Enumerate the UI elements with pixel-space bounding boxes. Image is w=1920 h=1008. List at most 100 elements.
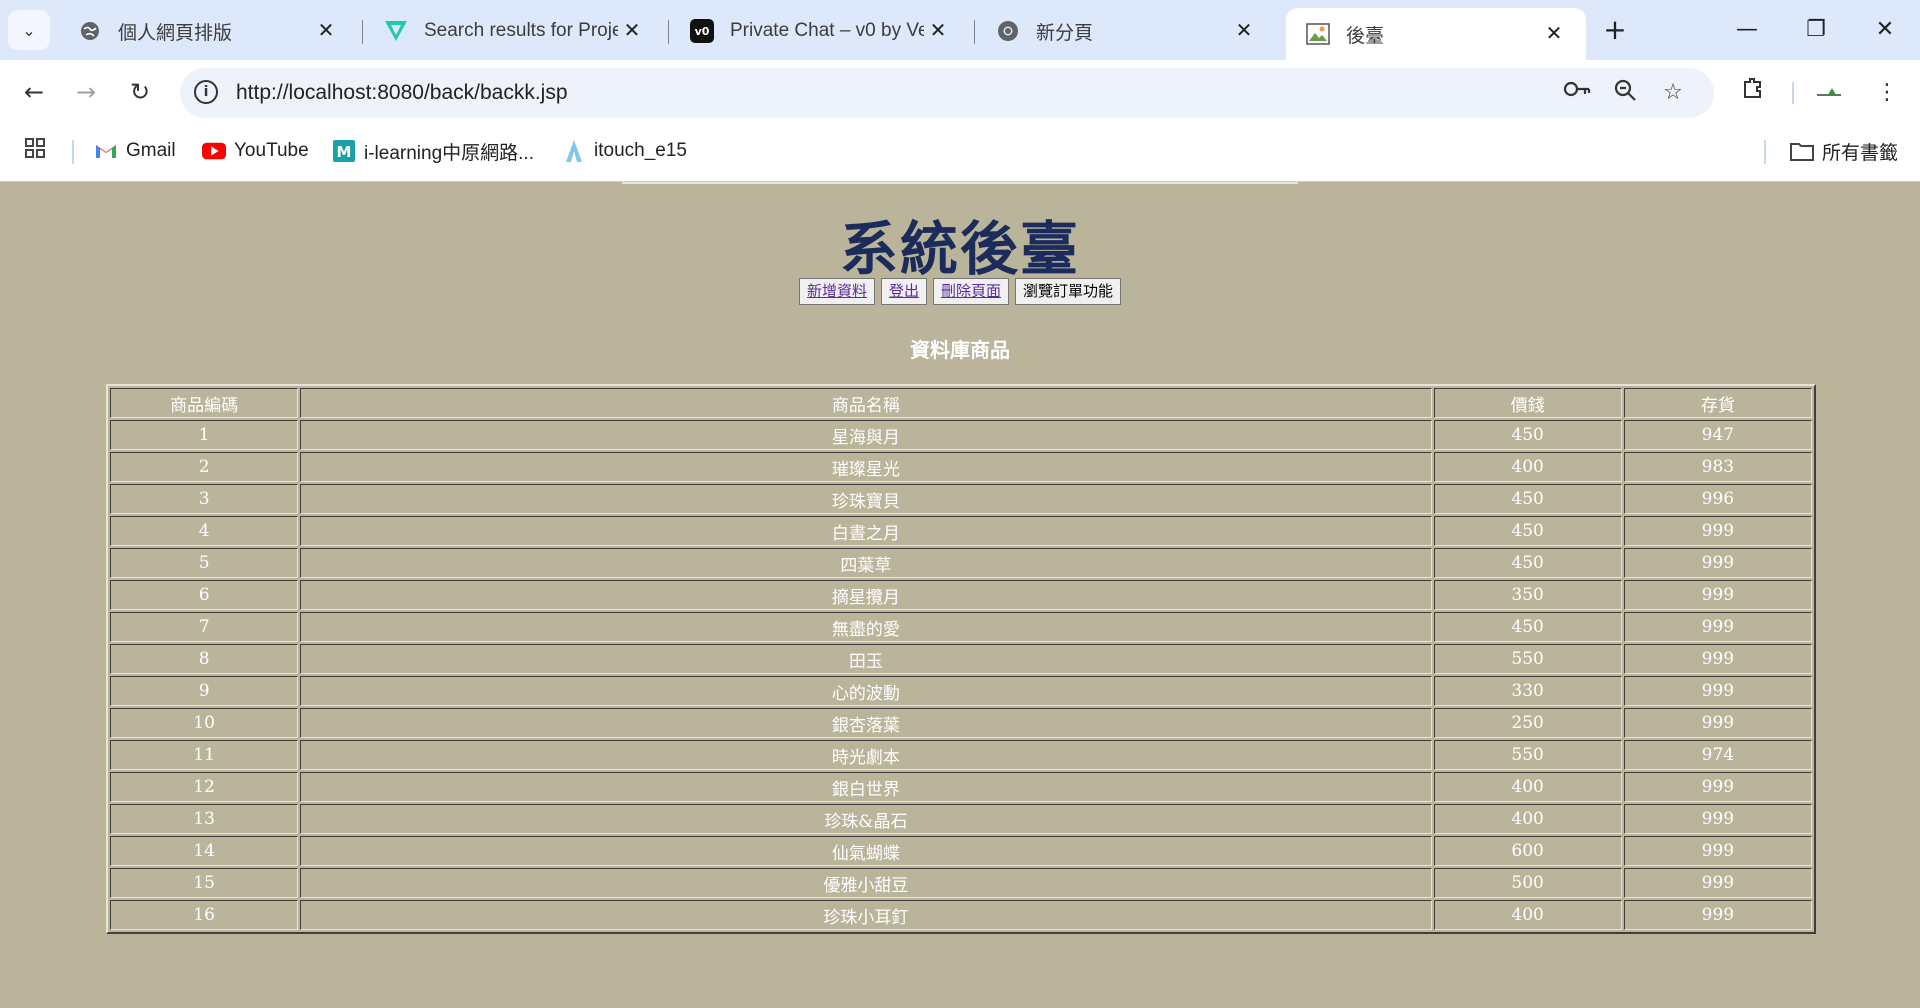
table-header-row: 商品編碼 商品名稱 價錢 存貨	[110, 388, 1812, 418]
price-cell: 400	[1433, 804, 1622, 834]
product-name-cell: 星海與月	[300, 420, 1432, 450]
product-name-cell: 銀白世界	[300, 772, 1432, 802]
tab-separator	[974, 20, 975, 44]
all-bookmarks-button[interactable]: 所有書籤	[1790, 126, 1898, 176]
broken-image-icon	[1306, 22, 1330, 46]
menu-kebab-icon[interactable]: ⋮	[1870, 76, 1904, 110]
bookmark-gmail[interactable]: Gmail	[94, 126, 176, 176]
globe-icon	[78, 19, 102, 43]
column-header: 商品名稱	[300, 388, 1432, 418]
product-id-cell: 5	[110, 548, 299, 578]
stock-cell: 983	[1623, 452, 1812, 482]
table-row: 13 珍珠&晶石 400 999	[110, 804, 1812, 834]
toolbar-separator	[1792, 82, 1794, 104]
price-cell: 400	[1433, 772, 1622, 802]
svg-text:v0: v0	[695, 25, 710, 38]
reload-button[interactable]: ↻	[120, 72, 160, 112]
tab-title: 新分頁	[1036, 22, 1094, 44]
address-bar[interactable]: i http://localhost:8080/back/backk.jsp ☆	[180, 68, 1714, 118]
extensions-icon[interactable]	[1736, 76, 1770, 110]
youtube-icon	[202, 139, 226, 163]
product-name-cell: 摘星攬月	[300, 580, 1432, 610]
folder-icon	[1790, 139, 1814, 163]
bookmark-ilearning[interactable]: M i-learning中原網路...	[332, 126, 534, 176]
bookmark-label: YouTube	[234, 140, 309, 161]
close-icon[interactable]: ✕	[924, 17, 952, 45]
page-content: 系統後臺 新增資料 登出 刪除頁面 瀏覽訂單功能 資料庫商品 商品編碼 商品名稱…	[0, 182, 1920, 1008]
product-name-cell: 田玉	[300, 644, 1432, 674]
chrome-icon	[996, 19, 1020, 43]
stock-cell: 974	[1623, 740, 1812, 770]
stock-cell: 999	[1623, 612, 1812, 642]
close-icon: ✕	[1875, 17, 1895, 42]
toolbar: ← → ↻ i http://localhost:8080/back/backk…	[0, 60, 1920, 126]
table-row: 11 時光劇本 550 974	[110, 740, 1812, 770]
close-window-button[interactable]: ✕	[1855, 8, 1915, 52]
tab-2[interactable]: Search results for Projec ✕	[364, 8, 664, 54]
delete-page-button[interactable]: 刪除頁面	[933, 278, 1010, 305]
product-id-cell: 3	[110, 484, 299, 514]
v0-logo-icon: v0	[690, 19, 714, 43]
restore-icon: ❐	[1806, 17, 1826, 42]
arrow-left-icon: ←	[23, 78, 45, 106]
tab-3[interactable]: v0 Private Chat – v0 by Ver ✕	[670, 8, 970, 54]
bookmark-star-icon[interactable]: ☆	[1658, 78, 1688, 108]
url-text[interactable]: http://localhost:8080/back/backk.jsp	[236, 68, 568, 118]
product-name-cell: 四葉草	[300, 548, 1432, 578]
price-cell: 550	[1433, 740, 1622, 770]
chevron-down-icon: ⌄	[22, 20, 36, 40]
product-name-cell: 時光劇本	[300, 740, 1432, 770]
product-id-cell: 15	[110, 868, 299, 898]
close-icon[interactable]: ✕	[618, 17, 646, 45]
apps-button[interactable]	[24, 126, 46, 176]
v-logo-icon	[384, 19, 408, 43]
table-row: 10 銀杏落葉 250 999	[110, 708, 1812, 738]
browse-orders-button[interactable]: 瀏覽訂單功能	[1015, 278, 1122, 305]
product-name-cell: 無盡的愛	[300, 612, 1432, 642]
stock-cell: 999	[1623, 836, 1812, 866]
restore-button[interactable]: ❐	[1786, 8, 1846, 52]
product-id-cell: 7	[110, 612, 299, 642]
stock-cell: 999	[1623, 900, 1812, 930]
close-icon[interactable]: ✕	[312, 17, 340, 45]
close-icon[interactable]: ✕	[1540, 20, 1568, 48]
logout-button[interactable]: 登出	[880, 278, 927, 305]
price-cell: 500	[1433, 868, 1622, 898]
zoom-icon[interactable]	[1610, 78, 1640, 108]
new-tab-button[interactable]: +	[1597, 12, 1633, 48]
price-cell: 250	[1433, 708, 1622, 738]
price-cell: 450	[1433, 548, 1622, 578]
tab-title: 後臺	[1346, 25, 1385, 47]
stock-cell: 947	[1623, 420, 1812, 450]
product-name-cell: 心的波動	[300, 676, 1432, 706]
site-info-icon[interactable]: i	[194, 80, 218, 104]
tab-1[interactable]: 個人網頁排版 ✕	[58, 8, 358, 54]
product-id-cell: 6	[110, 580, 299, 610]
add-data-button[interactable]: 新增資料	[798, 278, 875, 305]
table-row: 12 銀白世界 400 999	[110, 772, 1812, 802]
bookmark-youtube[interactable]: YouTube	[202, 126, 309, 176]
stock-cell: 999	[1623, 580, 1812, 610]
tab-search-button[interactable]: ⌄	[8, 10, 50, 50]
product-name-cell: 珍珠小耳釘	[300, 900, 1432, 930]
password-key-icon[interactable]	[1562, 78, 1592, 108]
tab-4[interactable]: 新分頁 ✕	[976, 8, 1276, 54]
profile-avatar[interactable]	[1812, 76, 1846, 110]
forward-button[interactable]: →	[66, 72, 106, 112]
table-row: 4 白晝之月 450 999	[110, 516, 1812, 546]
tab-5-active[interactable]: 後臺 ✕	[1286, 8, 1586, 60]
minimize-icon: —	[1736, 17, 1758, 42]
price-cell: 450	[1433, 484, 1622, 514]
bookmark-itouch[interactable]: itouch_e15	[562, 126, 687, 176]
reload-icon: ↻	[129, 78, 151, 106]
product-id-cell: 13	[110, 804, 299, 834]
minimize-button[interactable]: —	[1717, 8, 1777, 52]
table-row: 6 摘星攬月 350 999	[110, 580, 1812, 610]
price-cell: 350	[1433, 580, 1622, 610]
close-icon[interactable]: ✕	[1230, 17, 1258, 45]
product-id-cell: 16	[110, 900, 299, 930]
all-bookmarks-label: 所有書籤	[1822, 142, 1899, 164]
back-button[interactable]: ←	[14, 72, 54, 112]
table-row: 14 仙氣蝴蝶 600 999	[110, 836, 1812, 866]
product-id-cell: 12	[110, 772, 299, 802]
